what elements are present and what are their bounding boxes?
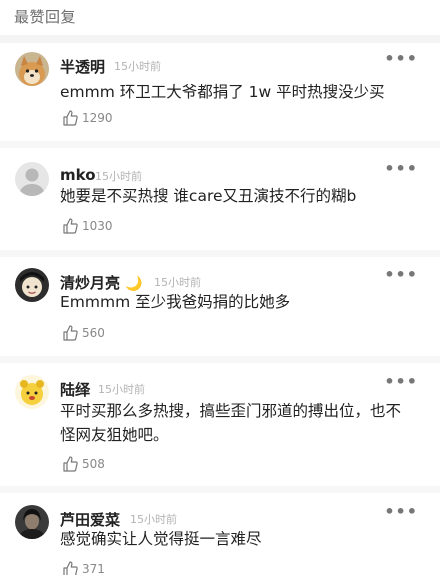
- yellow-cartoon-avatar-icon[interactable]: [15, 375, 49, 409]
- like-button[interactable]: 508: [62, 456, 105, 472]
- section-divider: [0, 35, 440, 43]
- thumbs-up-icon: [62, 325, 78, 341]
- thumbs-up-icon: [62, 456, 78, 472]
- comment-divider: [0, 250, 440, 257]
- more-options-icon[interactable]: •••: [384, 504, 418, 520]
- thumbs-up-icon: [62, 218, 78, 234]
- timestamp: 15小时前: [114, 60, 161, 73]
- dark-photo-avatar-icon[interactable]: [15, 505, 49, 539]
- like-count: 371: [82, 562, 105, 575]
- username[interactable]: mko: [60, 166, 96, 184]
- username[interactable]: 半透明: [60, 56, 105, 77]
- comment-text: emmm 环卫工大爷都捐了 1w 平时热搜没少买: [60, 80, 422, 104]
- timestamp: 15小时前: [154, 276, 201, 289]
- thumbs-up-icon: [62, 561, 78, 575]
- like-button[interactable]: 371: [62, 561, 105, 575]
- shiba-dog-avatar-icon[interactable]: [15, 52, 49, 86]
- comment-text: 她要是不买热搜 谁care又丑演技不行的糊b: [60, 184, 422, 208]
- username[interactable]: 陆绎: [60, 379, 90, 400]
- like-button[interactable]: 1030: [62, 218, 113, 234]
- like-count: 508: [82, 457, 105, 471]
- like-count: 560: [82, 326, 105, 340]
- like-button[interactable]: 560: [62, 325, 105, 341]
- more-options-icon[interactable]: •••: [384, 374, 418, 390]
- comment-divider: [0, 356, 440, 363]
- like-button[interactable]: 1290: [62, 110, 113, 126]
- more-options-icon[interactable]: •••: [384, 51, 418, 67]
- like-count: 1030: [82, 219, 113, 233]
- timestamp: 15小时前: [130, 513, 177, 526]
- timestamp: 15小时前: [98, 383, 145, 396]
- comment-text-line: 她要是不买热搜 谁care又丑演技不行的糊b: [60, 187, 357, 205]
- comment-text-line: 感觉确实让人觉得挺一言难尽: [60, 530, 262, 548]
- cartoon-character-avatar-icon[interactable]: [15, 268, 49, 302]
- comment-text: 感觉确实让人觉得挺一言难尽: [60, 527, 422, 551]
- comment-divider: [0, 486, 440, 493]
- thumbs-up-icon: [62, 110, 78, 126]
- section-title: 最赞回复: [14, 8, 77, 26]
- comment-text-line: Emmmm 至少我爸妈捐的比她多: [60, 293, 291, 311]
- comment-text-line: 平时买那么多热搜，搞些歪门邪道的搏出位，也不: [60, 402, 402, 420]
- timestamp: 15小时前: [95, 170, 142, 183]
- comment-divider: [0, 141, 440, 148]
- comment-text-line: 怪网友狙她吧。: [60, 426, 169, 444]
- more-options-icon[interactable]: •••: [384, 161, 418, 177]
- like-count: 1290: [82, 111, 113, 125]
- comment-text-line: emmm 环卫工大爷都捐了 1w 平时热搜没少买: [60, 83, 385, 101]
- comment-text: Emmmm 至少我爸妈捐的比她多: [60, 290, 422, 314]
- default-user-avatar-icon[interactable]: [15, 162, 49, 196]
- comments-page: 最赞回复 半透明 15小时前 ••• emmm 环卫工大爷都捐了 1w 平时热搜…: [0, 0, 440, 575]
- more-options-icon[interactable]: •••: [384, 267, 418, 283]
- comment-text: 平时买那么多热搜，搞些歪门邪道的搏出位，也不 怪网友狙她吧。: [60, 399, 422, 447]
